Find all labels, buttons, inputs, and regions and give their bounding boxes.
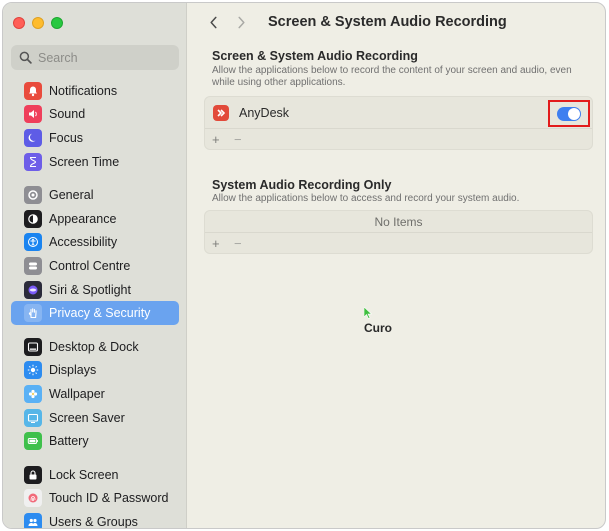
add-remove-bar: + − — [205, 233, 592, 253]
remove-button[interactable]: − — [234, 133, 244, 146]
sidebar-item-screen-time[interactable]: Screen Time — [11, 150, 179, 174]
sidebar-item-label: Appearance — [49, 211, 117, 226]
siri-icon — [24, 280, 42, 299]
sidebar: Notifications Sound Focus Screen Time Genera… — [3, 3, 187, 528]
sidebar-item-accessibility[interactable]: Accessibility — [11, 231, 179, 255]
sidebar-item-label: Users & Groups — [49, 514, 138, 529]
accessibility-icon — [24, 233, 42, 252]
appearance-icon — [24, 209, 42, 228]
dock-icon — [24, 337, 42, 356]
search-icon — [19, 51, 32, 64]
sidebar-item-touch-id-and-password[interactable]: Touch ID & Password — [11, 487, 179, 511]
sidebar-item-label: Desktop & Dock — [49, 339, 139, 354]
toolbar: Screen & System Audio Recording — [188, 3, 605, 41]
sidebar-item-privacy-and-security[interactable]: Privacy & Security — [11, 301, 179, 325]
mouse-cursor-icon — [364, 307, 372, 319]
control-centre-icon — [24, 256, 42, 275]
sidebar-item-label: Accessibility — [49, 235, 118, 250]
sidebar-item-appearance[interactable]: Appearance — [11, 207, 179, 231]
sidebar-item-wallpaper[interactable]: Wallpaper — [11, 382, 179, 406]
chevron-right-icon — [237, 16, 245, 28]
sidebar-group: Lock Screen Touch ID & Password Users & Gr… — [3, 463, 187, 529]
back-button[interactable] — [206, 15, 220, 29]
main-content: Screen & System Audio Recording Screen &… — [188, 3, 605, 528]
battery-icon — [24, 432, 42, 451]
sidebar-group: Notifications Sound Focus Screen Time — [3, 79, 187, 173]
users-icon — [24, 512, 42, 528]
sidebar-item-label: Notifications — [49, 83, 118, 98]
bell-icon — [24, 81, 42, 100]
anydesk-icon — [213, 104, 229, 121]
hand-icon — [24, 304, 42, 323]
sidebar-item-users-and-groups[interactable]: Users & Groups — [11, 510, 179, 529]
sidebar-item-label: Displays — [49, 363, 97, 378]
sidebar-item-label: Control Centre — [49, 258, 131, 273]
anydesk-toggle[interactable] — [557, 106, 581, 121]
gear-icon — [24, 186, 42, 205]
sidebar-item-label: General — [49, 188, 94, 203]
zoom-button[interactable] — [51, 17, 63, 29]
settings-window: Notifications Sound Focus Screen Time Genera… — [2, 2, 606, 529]
close-button[interactable] — [13, 17, 25, 29]
speaker-icon — [24, 105, 42, 124]
sidebar-item-label: Focus — [49, 130, 84, 145]
section-title-system-audio: System Audio Recording Only — [212, 178, 392, 192]
remove-button[interactable]: − — [234, 237, 244, 250]
sidebar-group: General Appearance Accessibility Control Ce… — [3, 183, 187, 325]
sidebar-item-siri-and-spotlight[interactable]: Siri & Spotlight — [11, 278, 179, 302]
sidebar-item-focus[interactable]: Focus — [11, 126, 179, 150]
fingerprint-icon — [24, 489, 42, 508]
sidebar-nav: Notifications Sound Focus Screen Time Genera… — [3, 79, 187, 529]
sidebar-item-label: Screen Time — [49, 154, 120, 169]
sidebar-item-battery[interactable]: Battery — [11, 429, 179, 453]
forward-button[interactable] — [234, 15, 248, 29]
sidebar-item-label: Wallpaper — [49, 386, 105, 401]
sun-icon — [24, 361, 42, 380]
search-field[interactable] — [11, 45, 179, 70]
sidebar-item-control-centre[interactable]: Control Centre — [11, 254, 179, 278]
sidebar-item-label: Screen Saver — [49, 410, 125, 425]
search-input[interactable] — [38, 50, 168, 65]
section-description-screen-recording: Allow the applications below to record t… — [212, 65, 572, 88]
sidebar-item-lock-screen[interactable]: Lock Screen — [11, 463, 179, 487]
sidebar-item-label: Lock Screen — [49, 467, 119, 482]
sidebar-item-notifications[interactable]: Notifications — [11, 79, 179, 103]
sidebar-item-label: Touch ID & Password — [49, 491, 169, 506]
sidebar-item-label: Sound — [49, 107, 86, 122]
add-button[interactable]: + — [212, 237, 222, 250]
sidebar-item-sound[interactable]: Sound — [11, 103, 179, 127]
sidebar-item-label: Siri & Spotlight — [49, 282, 131, 297]
sidebar-item-general[interactable]: General — [11, 183, 179, 207]
chevron-left-icon — [209, 16, 217, 28]
page-title: Screen & System Audio Recording — [268, 14, 507, 30]
screen-saver-icon — [24, 408, 42, 427]
moon-icon — [24, 128, 42, 147]
toggle-knob — [568, 107, 580, 120]
sidebar-item-screen-saver[interactable]: Screen Saver — [11, 406, 179, 430]
section-description-system-audio: Allow the applications below to access a… — [212, 193, 520, 204]
sidebar-item-label: Battery — [49, 434, 89, 449]
add-button[interactable]: + — [212, 133, 222, 146]
sidebar-group: Desktop & Dock Displays Wallpaper Screen Sa… — [3, 335, 187, 453]
add-remove-bar: + − — [205, 129, 592, 149]
flower-icon — [24, 384, 42, 403]
highlight-box — [548, 100, 590, 127]
section-title-screen-recording: Screen & System Audio Recording — [212, 49, 418, 63]
minimize-button[interactable] — [32, 17, 44, 29]
window-controls — [13, 17, 63, 29]
system-audio-app-list: No Items + − — [204, 210, 593, 254]
hourglass-icon — [24, 152, 42, 171]
cursor-caption: Curo — [364, 321, 392, 335]
app-name: AnyDesk — [239, 105, 290, 120]
list-item: AnyDesk — [205, 97, 592, 129]
sidebar-item-desktop-and-dock[interactable]: Desktop & Dock — [11, 335, 179, 359]
screen-recording-app-list: AnyDesk + − — [204, 96, 593, 150]
lock-icon — [24, 465, 42, 484]
sidebar-item-label: Privacy & Security — [49, 306, 151, 321]
sidebar-item-displays[interactable]: Displays — [11, 359, 179, 383]
empty-list-label: No Items — [205, 211, 592, 233]
